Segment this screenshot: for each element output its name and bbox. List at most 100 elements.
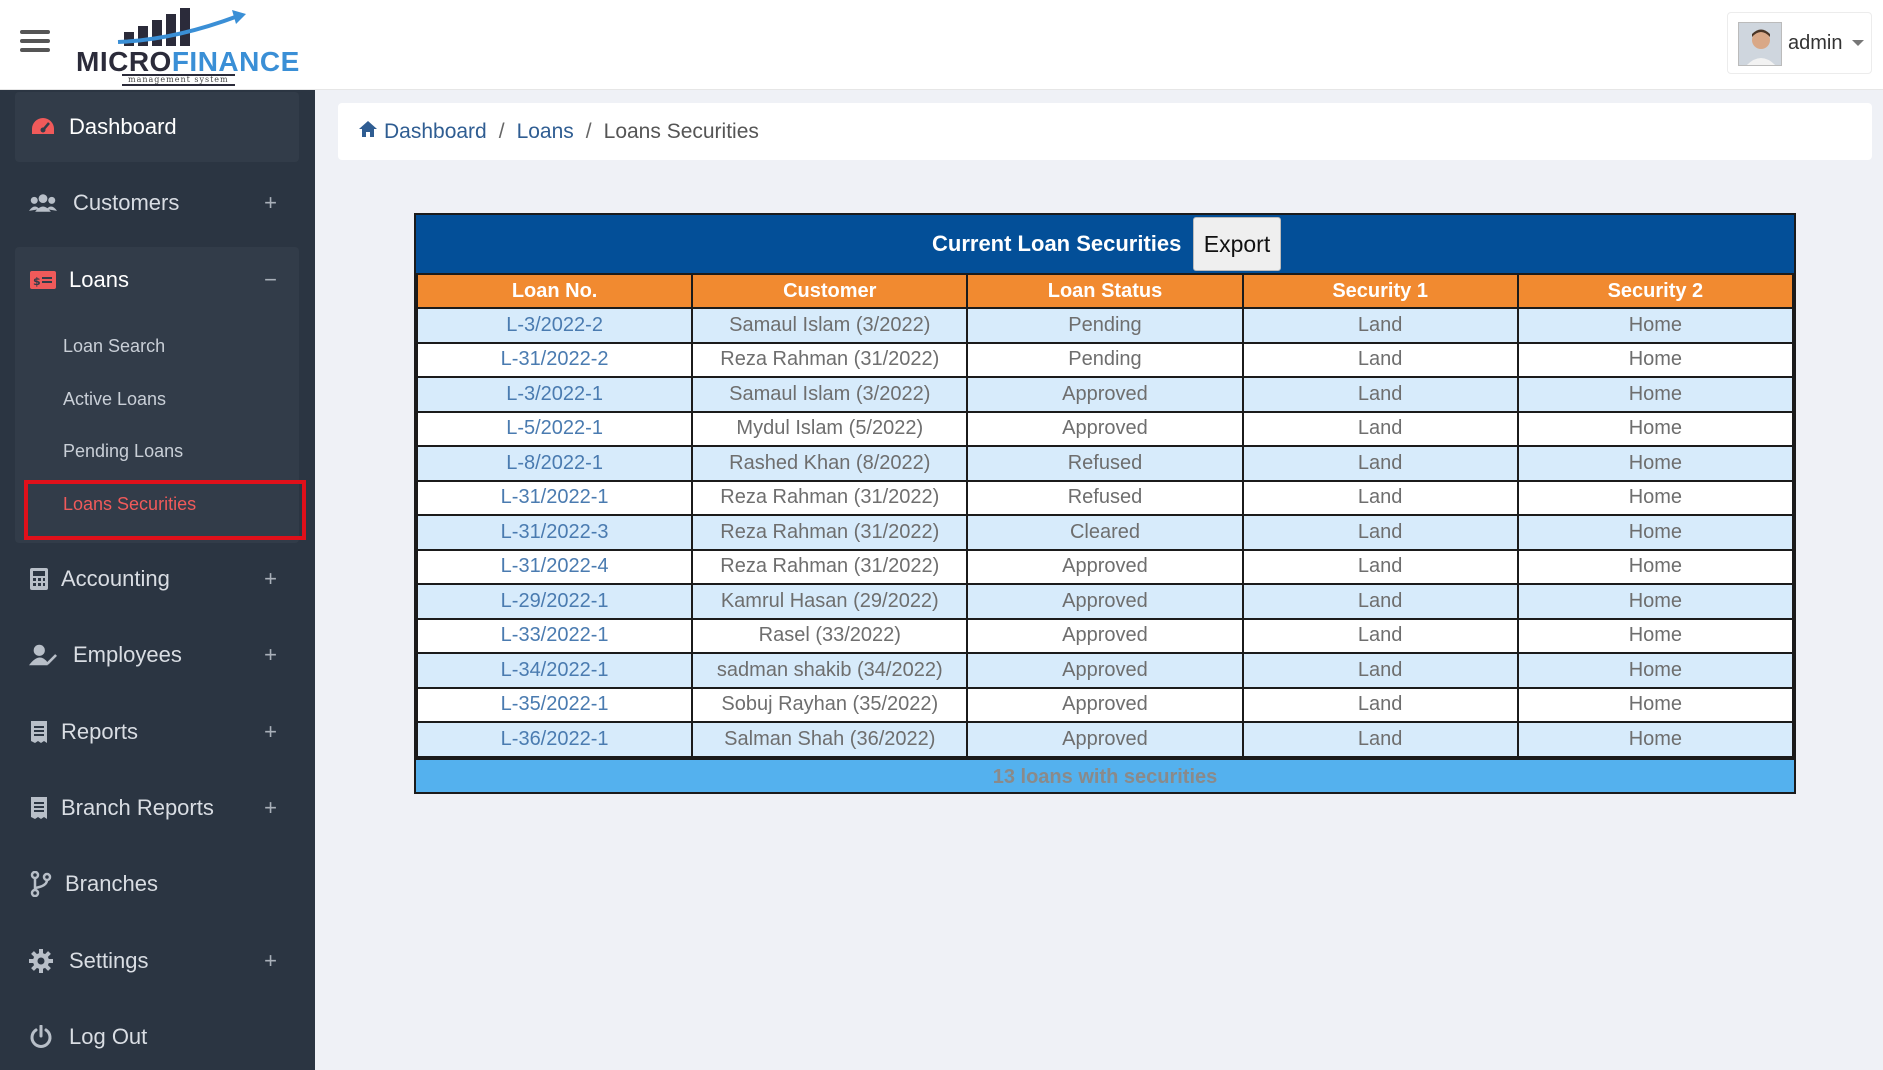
- loan-no-cell[interactable]: L-31/2022-2: [415, 341, 694, 378]
- securities-table-panel: Current Loan Securities Export Loan No. …: [414, 213, 1796, 794]
- security-1-cell: Land: [1241, 410, 1519, 447]
- sidebar-item-settings[interactable]: Settings +: [15, 926, 299, 996]
- loan-status-cell: Approved: [966, 548, 1244, 585]
- breadcrumb-loans[interactable]: Loans: [517, 120, 574, 144]
- loan-no-cell[interactable]: L-35/2022-1: [415, 686, 694, 723]
- loan-no-cell[interactable]: L-8/2022-1: [415, 445, 694, 482]
- sidebar-item-branches[interactable]: Branches: [15, 849, 299, 919]
- customer-cell: Kamrul Hasan (29/2022): [691, 583, 969, 620]
- sidebar-item-label: Reports: [61, 719, 139, 744]
- app-logo[interactable]: MICROFINANCE management system: [74, 4, 299, 86]
- logo-bars-icon: [117, 8, 246, 46]
- loan-no-cell[interactable]: L-29/2022-1: [415, 583, 694, 620]
- receipt-icon: [25, 718, 53, 746]
- user-menu[interactable]: admin: [1727, 12, 1872, 74]
- breadcrumb: Dashboard / Loans / Loans Securities: [338, 103, 1872, 160]
- loan-status-cell: Approved: [966, 410, 1244, 447]
- table-row: L-3/2022-2 Samaul Islam (3/2022) Pending La…: [415, 307, 1795, 344]
- customer-cell: Reza Rahman (31/2022): [691, 479, 969, 516]
- table-header-row: Loan No. Customer Loan Status Security 1…: [415, 273, 1795, 309]
- column-header-loan-no: Loan No.: [415, 273, 694, 309]
- customer-cell: Reza Rahman (31/2022): [691, 548, 969, 585]
- breadcrumb-dashboard[interactable]: Dashboard: [384, 120, 487, 144]
- loan-status-cell: Approved: [966, 376, 1244, 413]
- expand-icon: +: [264, 948, 277, 973]
- customer-cell: Rashed Khan (8/2022): [691, 445, 969, 482]
- tachometer-icon: [29, 113, 57, 141]
- table-row: L-31/2022-3 Reza Rahman (31/2022) Cleared L…: [415, 514, 1795, 551]
- users-icon: [29, 189, 57, 217]
- expand-icon: +: [264, 719, 277, 744]
- export-button[interactable]: Export: [1193, 217, 1281, 271]
- loan-status-cell: Refused: [966, 479, 1244, 516]
- security-1-cell: Land: [1241, 514, 1519, 551]
- sidebar-subitem-pending-loans[interactable]: Pending Loans: [63, 431, 293, 471]
- loan-no-cell[interactable]: L-31/2022-3: [415, 514, 694, 551]
- security-2-cell: Home: [1516, 410, 1795, 447]
- security-2-cell: Home: [1516, 548, 1795, 585]
- top-bar: MICROFINANCE management system admin: [0, 0, 1883, 90]
- avatar: [1738, 22, 1782, 66]
- loan-status-cell: Refused: [966, 445, 1244, 482]
- loan-status-cell: Approved: [966, 686, 1244, 723]
- sidebar-item-customers[interactable]: Customers +: [15, 168, 299, 238]
- security-1-cell: Land: [1241, 721, 1519, 758]
- loan-no-cell[interactable]: L-31/2022-4: [415, 548, 694, 585]
- highlight-box: [24, 480, 306, 540]
- loan-status-cell: Pending: [966, 307, 1244, 344]
- logo-tagline: management system: [122, 74, 235, 86]
- loan-no-cell[interactable]: L-5/2022-1: [415, 410, 694, 447]
- sidebar-subitem-active-loans[interactable]: Active Loans: [63, 379, 293, 419]
- power-icon: [27, 1023, 55, 1051]
- collapse-icon: −: [264, 267, 277, 292]
- sidebar-item-label: Log Out: [69, 1024, 148, 1049]
- home-icon[interactable]: [358, 120, 378, 144]
- hamburger-menu-icon[interactable]: [20, 30, 50, 54]
- table-row: L-31/2022-1 Reza Rahman (31/2022) Refused L…: [415, 479, 1795, 516]
- security-2-cell: Home: [1516, 686, 1795, 723]
- loan-no-cell[interactable]: L-3/2022-1: [415, 376, 694, 413]
- customer-cell: Samaul Islam (3/2022): [691, 307, 969, 344]
- sidebar-item-branch-reports[interactable]: Branch Reports +: [15, 773, 299, 843]
- column-header-security-1: Security 1: [1241, 273, 1519, 309]
- customer-cell: Salman Shah (36/2022): [691, 721, 969, 758]
- expand-icon: +: [264, 795, 277, 820]
- security-2-cell: Home: [1516, 307, 1795, 344]
- sidebar-item-label: Branch Reports: [61, 795, 214, 820]
- security-1-cell: Land: [1241, 307, 1519, 344]
- sidebar-item-logout[interactable]: Log Out: [15, 1002, 299, 1070]
- security-1-cell: Land: [1241, 686, 1519, 723]
- loan-no-cell[interactable]: L-36/2022-1: [415, 721, 694, 758]
- customer-cell: Rasel (33/2022): [691, 617, 969, 654]
- calculator-icon: [25, 565, 53, 593]
- loan-status-cell: Approved: [966, 721, 1244, 758]
- loan-no-cell[interactable]: L-31/2022-1: [415, 479, 694, 516]
- loan-no-cell[interactable]: L-3/2022-2: [415, 307, 694, 344]
- customer-cell: Reza Rahman (31/2022): [691, 341, 969, 378]
- sidebar-item-employees[interactable]: Employees +: [15, 620, 299, 690]
- security-2-cell: Home: [1516, 445, 1795, 482]
- table-title-bar: Current Loan Securities Export: [416, 215, 1794, 273]
- security-2-cell: Home: [1516, 721, 1795, 758]
- sidebar-item-accounting[interactable]: Accounting +: [15, 544, 299, 614]
- sidebar-subitem-loan-search[interactable]: Loan Search: [63, 326, 293, 366]
- sidebar-item-loans[interactable]: $ Loans −: [15, 245, 299, 315]
- sidebar-item-dashboard[interactable]: Dashboard: [15, 92, 299, 162]
- sidebar-item-label: Customers: [73, 190, 180, 215]
- table-row: L-35/2022-1 Sobuj Rayhan (35/2022) Approve…: [415, 686, 1795, 723]
- loan-status-cell: Approved: [966, 617, 1244, 654]
- customer-cell: sadman shakib (34/2022): [691, 652, 969, 689]
- security-1-cell: Land: [1241, 341, 1519, 378]
- security-1-cell: Land: [1241, 376, 1519, 413]
- sidebar-item-reports[interactable]: Reports +: [15, 697, 299, 767]
- securities-table: Loan No. Customer Loan Status Security 1…: [415, 273, 1795, 758]
- table-row: L-3/2022-1 Samaul Islam (3/2022) Approved L…: [415, 376, 1795, 413]
- security-1-cell: Land: [1241, 479, 1519, 516]
- table-row: L-33/2022-1 Rasel (33/2022) Approved Land Ho…: [415, 617, 1795, 654]
- loan-no-cell[interactable]: L-34/2022-1: [415, 652, 694, 689]
- breadcrumb-separator: /: [585, 119, 592, 143]
- loan-no-cell[interactable]: L-33/2022-1: [415, 617, 694, 654]
- loan-status-cell: Cleared: [966, 514, 1244, 551]
- security-1-cell: Land: [1241, 445, 1519, 482]
- sidebar-item-label: Employees: [73, 642, 182, 667]
